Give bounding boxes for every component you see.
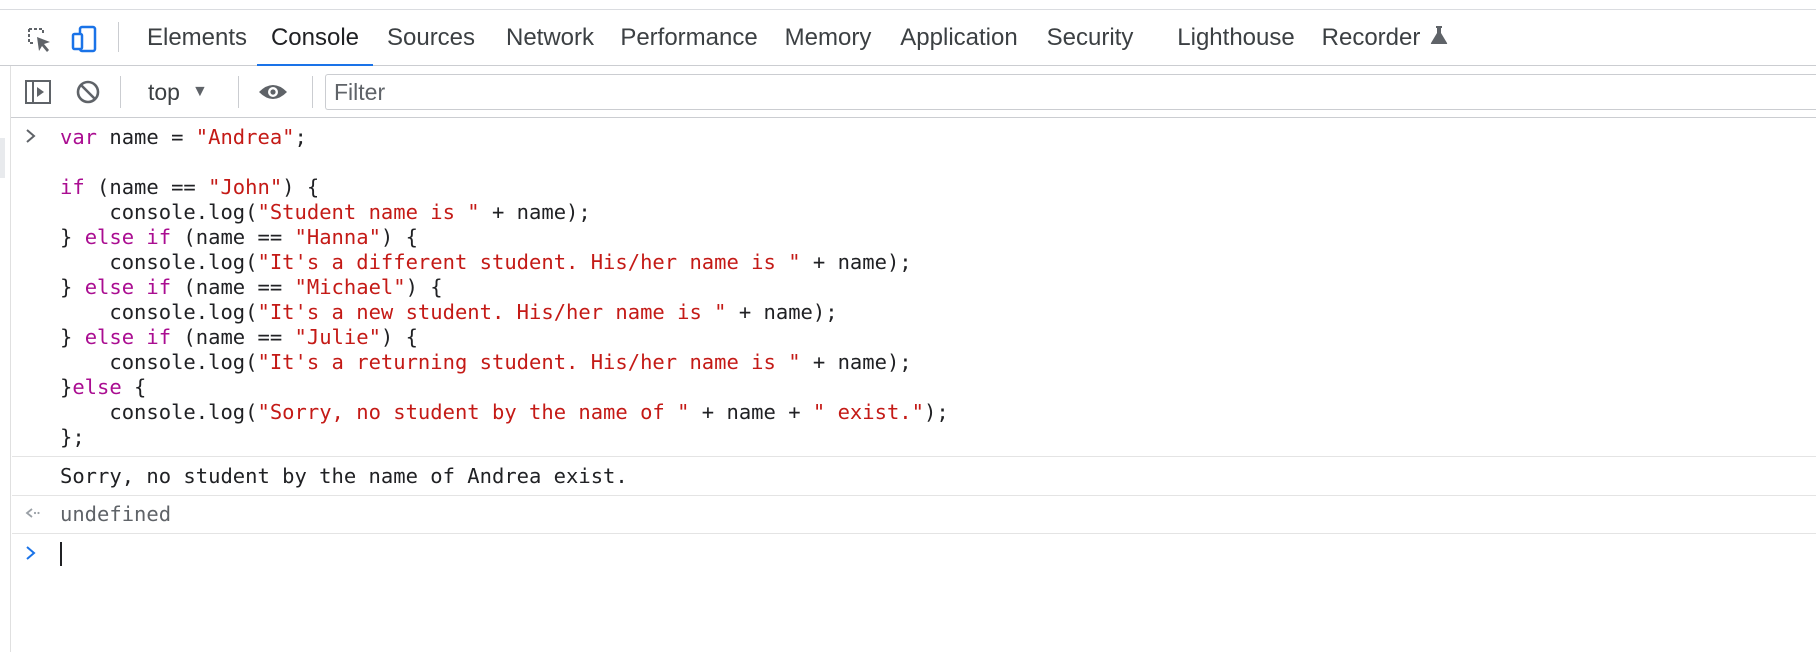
code-token: console.log( bbox=[60, 300, 258, 324]
code-token: "John" bbox=[208, 175, 283, 199]
console-log-text: Sorry, no student by the name of Andrea … bbox=[60, 464, 628, 488]
code-line: console.log("It's a different student. H… bbox=[60, 250, 1816, 275]
code-line: } else if (name == "Julie") { bbox=[60, 325, 1816, 350]
console-return-value: undefined bbox=[60, 502, 172, 526]
code-line: console.log("Sorry, no student by the na… bbox=[60, 400, 1816, 425]
tab-security[interactable]: Security bbox=[1047, 10, 1134, 66]
experimental-flask-icon bbox=[1430, 25, 1448, 51]
code-token: ) { bbox=[405, 275, 443, 299]
code-token: console.log( bbox=[60, 200, 258, 224]
code-token: } bbox=[60, 225, 85, 249]
tab-memory[interactable]: Memory bbox=[785, 10, 872, 66]
tab-console[interactable]: Console bbox=[257, 10, 373, 67]
tab-performance[interactable]: Performance bbox=[620, 10, 757, 66]
filter-input[interactable] bbox=[326, 75, 1816, 109]
code-token: ) { bbox=[282, 175, 320, 199]
code-token: "Student name is " bbox=[257, 200, 480, 224]
code-token: + name); bbox=[800, 250, 912, 274]
code-token: "It's a different student. His/her name … bbox=[257, 250, 801, 274]
toolbar-separator bbox=[312, 76, 313, 108]
clear-console-icon[interactable] bbox=[70, 75, 106, 109]
tab-recorder[interactable]: Recorder bbox=[1322, 10, 1448, 66]
console-log-message: Sorry, no student by the name of Andrea … bbox=[12, 457, 1816, 496]
console-input-message: var name = "Andrea"; if (name == "John") … bbox=[12, 119, 1816, 457]
code-line: } else if (name == "Michael") { bbox=[60, 275, 1816, 300]
tab-elements[interactable]: Elements bbox=[147, 10, 247, 66]
code-token: (name == bbox=[171, 225, 295, 249]
context-selector-label: top bbox=[148, 78, 180, 105]
code-token: ) { bbox=[380, 225, 418, 249]
code-token: "Julie" bbox=[294, 325, 381, 349]
code-token: console.log( bbox=[60, 400, 258, 424]
console-toolbar: top ▼ bbox=[0, 66, 1816, 118]
window-top-strip bbox=[0, 0, 1816, 10]
device-toolbar-icon[interactable] bbox=[70, 24, 100, 54]
code-line: console.log("It's a new student. His/her… bbox=[60, 300, 1816, 325]
inspect-element-icon[interactable] bbox=[24, 24, 54, 54]
code-line: } else if (name == "Hanna") { bbox=[60, 225, 1816, 250]
code-token: + name); bbox=[800, 350, 912, 374]
tab-application[interactable]: Application bbox=[900, 10, 1017, 66]
text-cursor bbox=[60, 542, 62, 566]
console-input-code: var name = "Andrea"; if (name == "John") … bbox=[12, 125, 1816, 450]
toolbar-separator bbox=[120, 76, 121, 108]
toolbar-separator bbox=[238, 76, 239, 108]
code-token: } bbox=[60, 375, 73, 399]
code-token: "Michael" bbox=[294, 275, 406, 299]
code-token: "It's a new student. His/her name is " bbox=[257, 300, 727, 324]
code-token: else if bbox=[84, 275, 172, 299]
live-expression-icon[interactable] bbox=[255, 75, 291, 109]
code-token: "Hanna" bbox=[294, 225, 381, 249]
chevron-down-icon: ▼ bbox=[191, 83, 208, 100]
code-token: var bbox=[60, 125, 98, 149]
code-token: if bbox=[60, 175, 85, 199]
console-gutter bbox=[0, 66, 11, 652]
code-line: if (name == "John") { bbox=[60, 175, 1816, 200]
code-token: { bbox=[121, 375, 147, 399]
code-token: ) { bbox=[380, 325, 418, 349]
code-token: (name == bbox=[84, 175, 209, 199]
code-token: console.log( bbox=[60, 350, 258, 374]
code-line: console.log("Student name is " + name); bbox=[60, 200, 1816, 225]
code-token: ; bbox=[294, 125, 307, 149]
context-selector[interactable]: top ▼ bbox=[148, 75, 208, 109]
prompt-chevron-icon bbox=[24, 544, 38, 567]
console-messages: var name = "Andrea"; if (name == "John") … bbox=[12, 119, 1816, 652]
code-line: console.log("It's a returning student. H… bbox=[60, 350, 1816, 375]
code-token: + name); bbox=[726, 300, 838, 324]
tab-bar-separator bbox=[118, 22, 119, 52]
code-token: } bbox=[60, 325, 85, 349]
code-line: var name = "Andrea"; bbox=[60, 125, 1816, 150]
code-token: " exist." bbox=[812, 400, 924, 424]
tab-network[interactable]: Network bbox=[505, 10, 595, 66]
code-token: else bbox=[72, 375, 122, 399]
code-token: (name == bbox=[171, 325, 295, 349]
code-token: } bbox=[60, 275, 85, 299]
code-token: else if bbox=[84, 225, 172, 249]
tab-recorder-label: Recorder bbox=[1321, 24, 1421, 51]
code-line: }else { bbox=[60, 375, 1816, 400]
code-token: "Andrea" bbox=[195, 125, 295, 149]
code-token: "Sorry, no student by the name of " bbox=[257, 400, 690, 424]
console-return-message: undefined bbox=[12, 496, 1816, 534]
code-token: + name + bbox=[689, 400, 813, 424]
return-arrow-icon bbox=[24, 504, 40, 527]
gutter-marker bbox=[0, 138, 5, 178]
code-token: ); bbox=[923, 400, 949, 424]
show-sidebar-icon[interactable] bbox=[20, 75, 56, 109]
code-token: name = bbox=[97, 125, 196, 149]
code-token: }; bbox=[60, 425, 85, 449]
code-line: }; bbox=[60, 425, 1816, 450]
code-token: else if bbox=[84, 325, 172, 349]
filter-box bbox=[325, 74, 1816, 110]
code-token: (name == bbox=[171, 275, 295, 299]
code-token: "It's a returning student. His/her name … bbox=[257, 350, 801, 374]
tab-sources[interactable]: Sources bbox=[387, 10, 475, 66]
tab-lighthouse[interactable]: Lighthouse bbox=[1177, 10, 1294, 66]
console-prompt[interactable] bbox=[12, 534, 1816, 574]
code-token: + name); bbox=[479, 200, 591, 224]
devtools-tab-bar: Elements Console Sources Network Perform… bbox=[0, 10, 1816, 67]
code-token: console.log( bbox=[60, 250, 258, 274]
